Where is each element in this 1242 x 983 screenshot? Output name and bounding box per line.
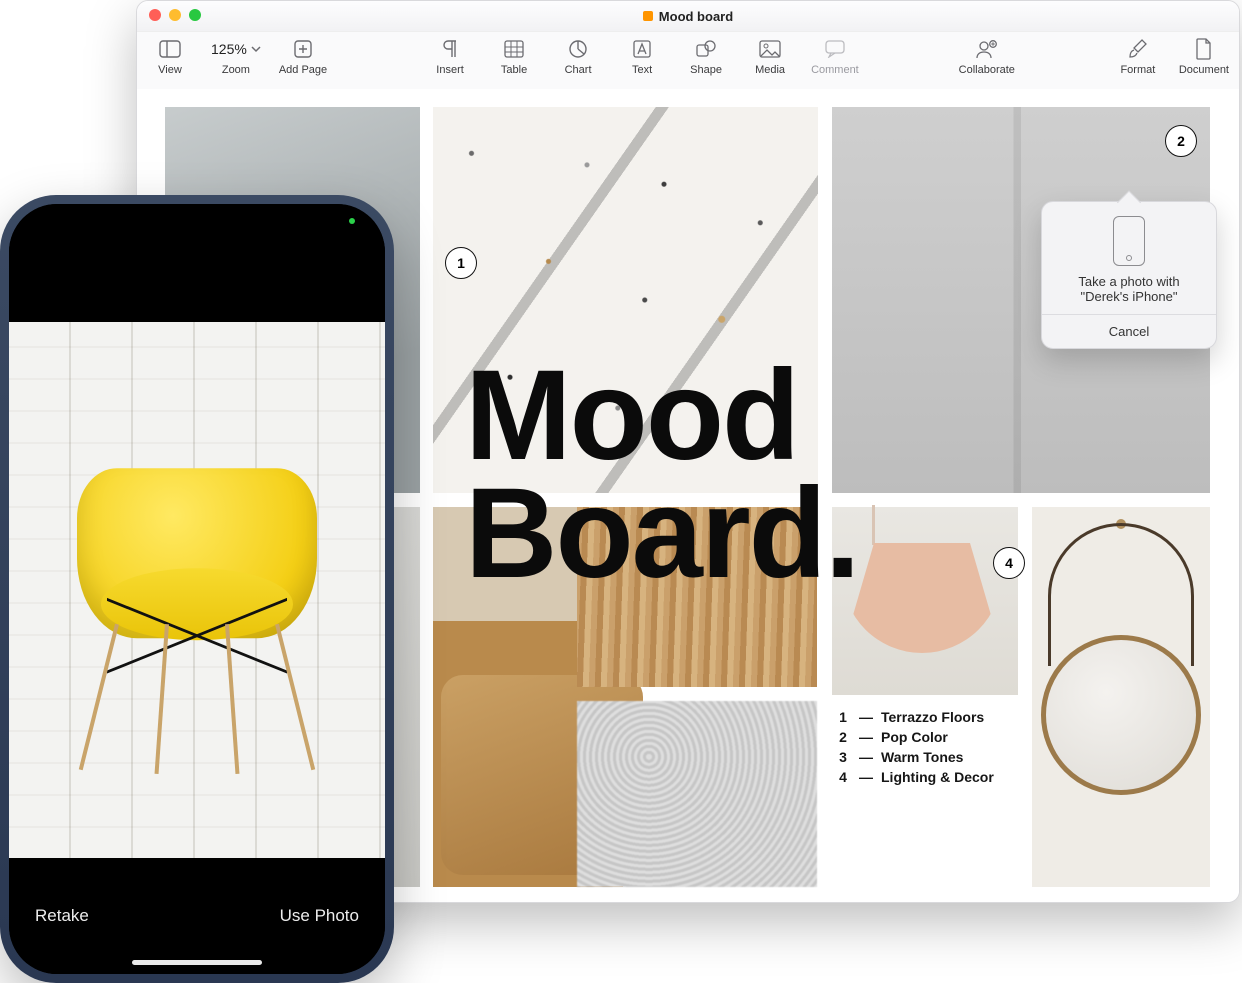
image-tile[interactable] [577,701,817,887]
pie-chart-icon [565,38,591,60]
zoom-value: 125% [211,41,247,57]
legend-label: Terrazzo Floors [881,709,984,725]
retake-button[interactable]: Retake [35,906,89,926]
toolbar-label: Text [632,64,652,76]
zoom-selector[interactable]: 125% Zoom [211,38,261,76]
text-button[interactable]: Text [619,38,665,76]
callout-2[interactable]: 2 [1165,125,1197,157]
shape-button[interactable]: Shape [683,38,729,76]
media-button[interactable]: Media [747,38,793,76]
add-page-button[interactable]: Add Page [279,38,327,76]
toolbar-label: Insert [436,64,464,76]
document-icon [643,11,653,21]
legend-row: 1—Terrazzo Floors [835,707,1065,727]
toolbar-label: Zoom [222,64,250,76]
add-page-icon [290,38,316,60]
toolbar-label: View [158,64,182,76]
text-icon [629,38,655,60]
toolbar-label: Collaborate [959,64,1015,76]
collaborate-icon [974,38,1000,60]
toolbar-label: Media [755,64,785,76]
sidebar-icon [157,38,183,60]
document-icon [1191,38,1217,60]
close-button[interactable] [149,9,161,21]
toolbar-label: Format [1120,64,1155,76]
legend-label: Warm Tones [881,749,963,765]
toolbar-label: Chart [565,64,592,76]
legend-label: Pop Color [881,729,948,745]
toolbar-label: Shape [690,64,722,76]
headline[interactable]: Mood Board. [465,357,858,593]
phone-outline-icon [1113,216,1145,266]
legend-label: Lighting & Decor [881,769,994,785]
legend-row: 2—Pop Color [835,727,1065,747]
camera-indicator-icon [349,218,355,224]
legend-row: 3—Warm Tones [835,747,1065,767]
comment-button: Comment [811,38,859,76]
image-icon [757,38,783,60]
toolbar: View 125% Zoom Add Page [137,32,1239,95]
legend-row: 4—Lighting & Decor [835,767,1065,787]
chevron-down-icon [251,44,261,54]
collaborate-button[interactable]: Collaborate [959,38,1015,76]
document-button[interactable]: Document [1179,38,1229,76]
paintbrush-icon [1125,38,1151,60]
toolbar-label: Add Page [279,64,327,76]
minimize-button[interactable] [169,9,181,21]
iphone-notch [122,204,272,234]
table-button[interactable]: Table [491,38,537,76]
chart-button[interactable]: Chart [555,38,601,76]
image-tile[interactable] [1032,507,1210,887]
popover-cancel-button[interactable]: Cancel [1042,314,1216,348]
use-photo-button[interactable]: Use Photo [280,906,359,926]
toolbar-label: Table [501,64,527,76]
home-indicator[interactable] [132,960,262,965]
toolbar-label: Document [1179,64,1229,76]
insert-button[interactable]: Insert [427,38,473,76]
popover-text-line-1: Take a photo with [1054,274,1204,289]
format-button[interactable]: Format [1115,38,1161,76]
continuity-camera-popover: Take a photo with "Derek's iPhone" Cance… [1041,201,1217,349]
window-controls [149,9,201,21]
table-icon [501,38,527,60]
camera-preview[interactable] [9,322,385,858]
view-button[interactable]: View [147,38,193,76]
callout-1[interactable]: 1 [445,247,477,279]
headline-line-1: Mood [465,357,858,475]
toolbar-label: Comment [811,64,859,76]
image-tile[interactable] [832,507,1018,695]
paragraph-icon [437,38,463,60]
shape-icon [693,38,719,60]
iphone-device: Retake Use Photo [0,195,394,983]
popover-text-line-2: "Derek's iPhone" [1054,289,1204,304]
headline-line-2: Board. [465,475,858,593]
chair-subject [67,448,327,778]
window-title: Mood board [643,9,733,24]
legend[interactable]: 1—Terrazzo Floors 2—Pop Color 3—Warm Ton… [835,707,1065,787]
comment-icon [822,38,848,60]
window-titlebar[interactable]: Mood board [137,1,1239,32]
fullscreen-button[interactable] [189,9,201,21]
callout-4[interactable]: 4 [993,547,1025,579]
window-title-text: Mood board [659,9,733,24]
